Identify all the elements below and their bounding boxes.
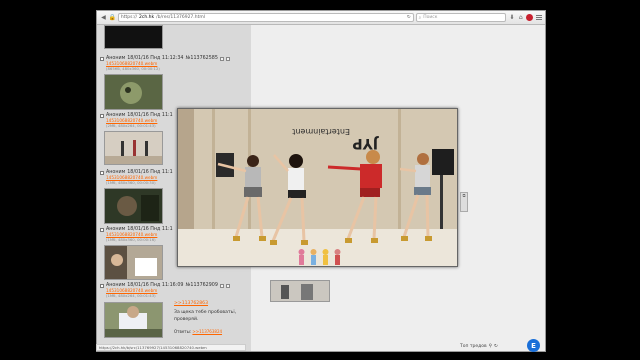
video-thumbnail[interactable] bbox=[104, 74, 163, 110]
select-checkbox[interactable] bbox=[100, 56, 104, 61]
status-bar-url: https://2ch.hk/b/src/113769927/145310688… bbox=[96, 344, 246, 351]
thumbnail-image bbox=[105, 75, 162, 109]
video-frame: Entertainment JYP bbox=[178, 109, 457, 266]
back-icon[interactable]: ◀ bbox=[100, 14, 107, 21]
reload-icon[interactable]: ↻ bbox=[407, 15, 411, 20]
video-thumbnail[interactable] bbox=[104, 25, 163, 49]
post-text-line: проверяй. bbox=[174, 317, 199, 322]
select-checkbox[interactable] bbox=[100, 170, 104, 175]
select-checkbox[interactable] bbox=[100, 227, 104, 232]
thumbnail-image bbox=[271, 281, 329, 301]
search-icon: ⌕ bbox=[418, 15, 422, 21]
reply-reference[interactable]: >>113762863 bbox=[174, 301, 208, 307]
pin-icon[interactable]: ⚲ bbox=[489, 344, 492, 349]
home-icon[interactable]: ⌂ bbox=[517, 14, 524, 21]
search-input[interactable]: ⌕ Поиск bbox=[415, 13, 507, 22]
copy-icon[interactable]: ⧉ bbox=[460, 192, 468, 212]
hide-icon[interactable] bbox=[219, 283, 224, 288]
refresh-icon[interactable]: ↻ bbox=[494, 344, 498, 349]
menu-icon[interactable] bbox=[535, 14, 542, 21]
download-icon[interactable]: ⬇ bbox=[508, 14, 515, 21]
video-thumbnail[interactable] bbox=[104, 131, 163, 165]
select-checkbox[interactable] bbox=[100, 283, 104, 288]
lock-icon: 🔒 bbox=[108, 14, 117, 21]
thumbnail-image bbox=[105, 132, 162, 164]
post: Аноним 18/01/16 Пнд 11:16:09 №113762909 … bbox=[100, 283, 246, 298]
extension-logo-icon[interactable]: E bbox=[527, 339, 540, 352]
select-checkbox[interactable] bbox=[100, 113, 104, 118]
url-domain: 2ch.hk bbox=[139, 15, 155, 20]
video-thumbnail[interactable] bbox=[104, 302, 163, 338]
top-threads-label: Топ тредов bbox=[460, 343, 487, 349]
post-number[interactable]: №113762909 bbox=[185, 283, 217, 288]
video-logo-text: JYP bbox=[352, 135, 379, 151]
thumbnail-image bbox=[105, 246, 162, 279]
thumbnail-image bbox=[105, 303, 162, 337]
address-bar[interactable]: https:// 2ch.hk /b/res/11376927.html ↻ bbox=[117, 13, 414, 22]
url-path: /b/res/11376927.html bbox=[156, 15, 205, 20]
report-icon[interactable] bbox=[225, 56, 230, 61]
post-number[interactable]: №113762585 bbox=[185, 56, 217, 61]
answers-link[interactable]: >>113763824 bbox=[192, 329, 222, 334]
browser-toolbar: ◀ 🔒 https:// 2ch.hk /b/res/11376927.html… bbox=[97, 11, 545, 25]
video-sign-text: Entertainment bbox=[292, 127, 350, 136]
answers-row: Ответы: >>113763824 bbox=[174, 329, 222, 335]
video-thumbnail[interactable] bbox=[104, 188, 163, 224]
top-threads-widget[interactable]: Топ тредов ⚲ ↻ bbox=[460, 341, 510, 351]
hide-icon[interactable] bbox=[219, 56, 224, 61]
file-meta: (865Кб, 480x360, 00:00:12) bbox=[106, 66, 160, 71]
search-placeholder: Поиск bbox=[423, 15, 438, 20]
profile-icon[interactable] bbox=[526, 14, 534, 21]
post-text-line: За щека тебе пробоватьі, bbox=[174, 310, 237, 315]
thumbnail-image bbox=[105, 189, 162, 223]
file-meta: (1Мб, 480x264, 00:01:43) bbox=[106, 293, 156, 298]
video-thumbnail[interactable] bbox=[270, 280, 330, 302]
url-scheme: https:// bbox=[120, 15, 138, 20]
video-thumbnail[interactable] bbox=[104, 245, 163, 280]
expanded-video[interactable]: Entertainment JYP bbox=[177, 108, 458, 267]
report-icon[interactable] bbox=[225, 283, 230, 288]
answers-label: Ответы: bbox=[174, 329, 192, 334]
post: Аноним 18/01/16 Пнд 11:12:34 №113762585 … bbox=[100, 56, 246, 71]
